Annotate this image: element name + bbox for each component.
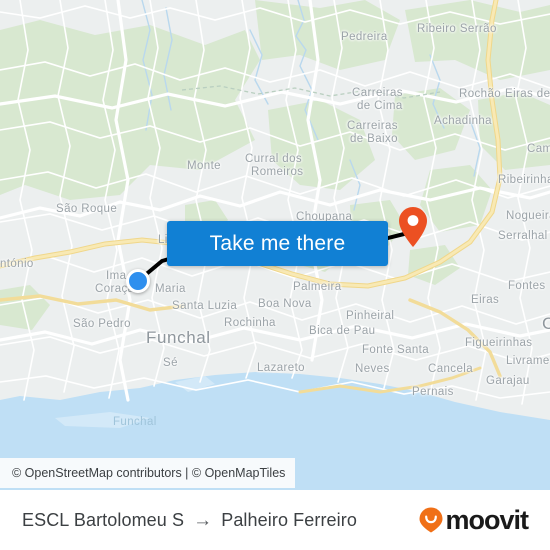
take-me-there-button[interactable]: Take me there [167,221,388,266]
moovit-logo[interactable]: moovit [418,504,529,535]
origin-marker[interactable] [126,269,150,293]
destination-marker[interactable] [398,206,428,248]
trip-title: ESCL Bartolomeu S → Palheiro Ferreiro [22,510,357,531]
trip-destination-label: Palheiro Ferreiro [221,509,357,530]
moovit-wordmark: moovit [445,504,529,535]
map-attribution[interactable]: © OpenStreetMap contributors | © OpenMap… [0,458,296,488]
arrow-right-icon: → [193,509,213,531]
map-pin-icon [399,207,427,247]
trip-origin-label: ESCL Bartolomeu S [22,509,185,530]
moovit-pin-icon [419,507,443,533]
moovit-trip-map-screen: Pedreira Ribeiro Serrão Rochão Eiras de Carr… [0,0,550,550]
map-canvas[interactable]: Pedreira Ribeiro Serrão Rochão Eiras de Carr… [0,0,550,490]
trip-footer: ESCL Bartolomeu S → Palheiro Ferreiro mo… [0,490,550,550]
attribution-text: © OpenStreetMap contributors | © OpenMap… [12,466,286,480]
